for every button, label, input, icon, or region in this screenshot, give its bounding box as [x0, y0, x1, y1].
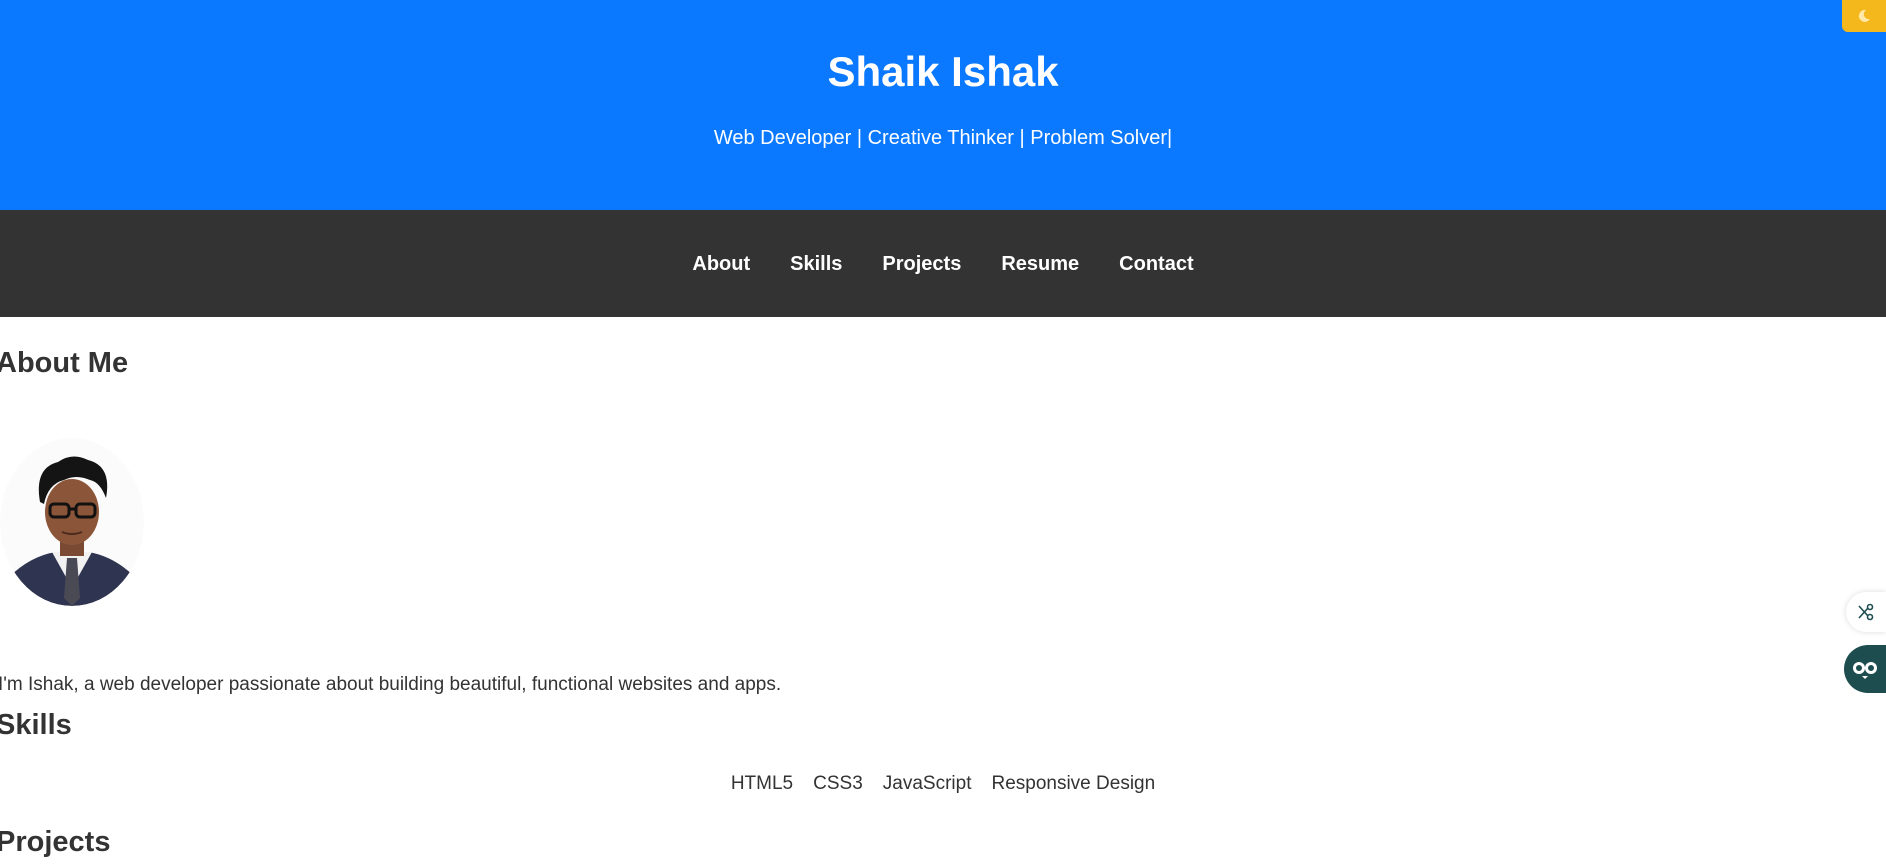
about-text: I'm Ishak, a web developer passionate ab…	[0, 674, 782, 695]
nav-link-skills[interactable]: Skills	[790, 253, 842, 275]
skills-list: HTML5 CSS3 JavaScript Responsive Design	[0, 772, 1886, 796]
avatar	[0, 438, 144, 606]
nav-link-resume[interactable]: Resume	[1001, 253, 1079, 275]
skills-heading: Skills	[0, 709, 72, 741]
nav-list: About Skills Projects Resume Contact	[0, 210, 1886, 317]
share-scissors-icon	[1858, 603, 1874, 621]
nav-item-contact: Contact	[1119, 252, 1193, 276]
profile-photo-icon	[0, 438, 144, 606]
page-title: Shaik Ishak	[827, 48, 1059, 95]
skill-item: JavaScript	[882, 773, 972, 794]
nav-link-contact[interactable]: Contact	[1119, 253, 1193, 275]
moon-icon	[1858, 9, 1870, 22]
owl-icon	[1850, 654, 1880, 684]
main-nav: About Skills Projects Resume Contact	[0, 210, 1886, 317]
hero-header: Shaik Ishak Web Developer | Creative Thi…	[0, 0, 1886, 210]
tagline: Web Developer | Creative Thinker | Probl…	[713, 127, 1173, 149]
skill-item: HTML5	[730, 773, 794, 794]
nav-link-about[interactable]: About	[692, 253, 750, 275]
about-heading: About Me	[0, 347, 129, 379]
projects-heading: Projects	[0, 826, 111, 858]
share-widget-button[interactable]	[1846, 592, 1886, 632]
nav-item-about: About	[692, 252, 750, 276]
skill-item: Responsive Design	[991, 773, 1156, 794]
nav-item-projects: Projects	[882, 252, 961, 276]
assistant-widget-button[interactable]	[1844, 645, 1886, 693]
nav-link-projects[interactable]: Projects	[882, 253, 961, 275]
theme-toggle-button[interactable]	[1842, 0, 1886, 32]
skill-item: CSS3	[813, 773, 863, 794]
nav-item-skills: Skills	[790, 252, 842, 276]
nav-item-resume: Resume	[1001, 252, 1079, 276]
page: Shaik Ishak Web Developer | Creative Thi…	[0, 0, 1886, 868]
